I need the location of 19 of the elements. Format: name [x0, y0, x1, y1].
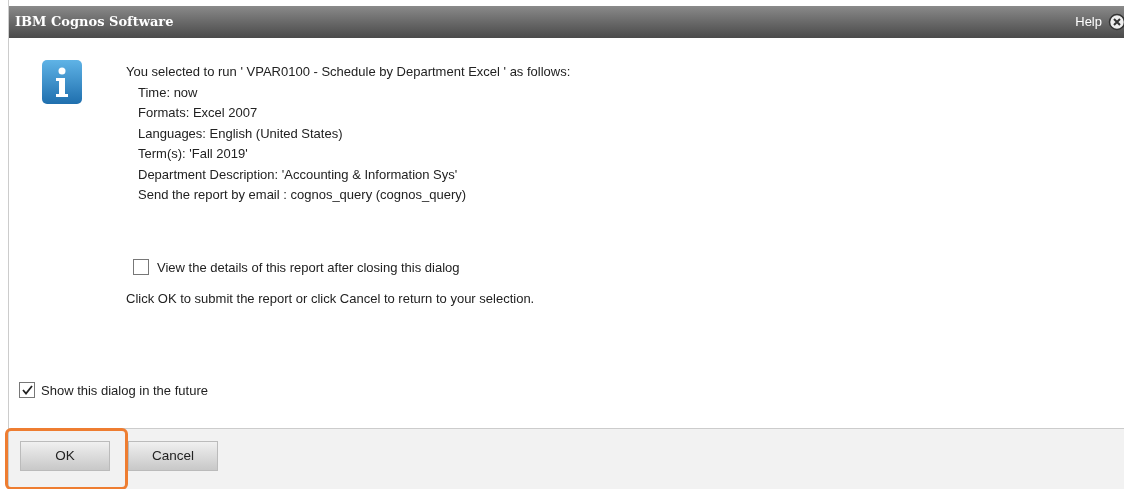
cancel-button[interactable]: Cancel: [128, 441, 218, 471]
window-title: IBM Cognos Software: [15, 13, 174, 32]
checkbox[interactable]: [19, 382, 35, 399]
detail-line: Languages: English (United States): [138, 124, 344, 143]
checkbox-label: View the details of this report after closing this dialog: [157, 258, 460, 277]
checkbox-label: Show this dialog in the future: [41, 381, 208, 400]
detail-line: Formats: Excel 2007: [138, 104, 259, 122]
detail-line: Department Description: 'Accounting & Information Sys': [138, 165, 459, 184]
detail-line: Send the report by email : cognos_query (cognos_query): [138, 186, 468, 204]
instruction-text: Click OK to submit the report or click Cancel to return to your selection.: [126, 290, 536, 308]
ok-button[interactable]: OK: [20, 441, 110, 471]
message-text: You selected to run ' VPAR0100 - Schedule by Department Excel ' as follows:: [126, 63, 571, 81]
detail-line: Term(s): 'Fall 2019': [138, 145, 249, 163]
help-link[interactable]: Help: [1075, 12, 1102, 32]
checkmark-icon: [21, 385, 33, 396]
info-icon: [42, 60, 82, 104]
checkbox[interactable]: [133, 259, 149, 276]
detail-line: Time: now: [138, 83, 199, 102]
close-icon[interactable]: [1108, 13, 1124, 31]
